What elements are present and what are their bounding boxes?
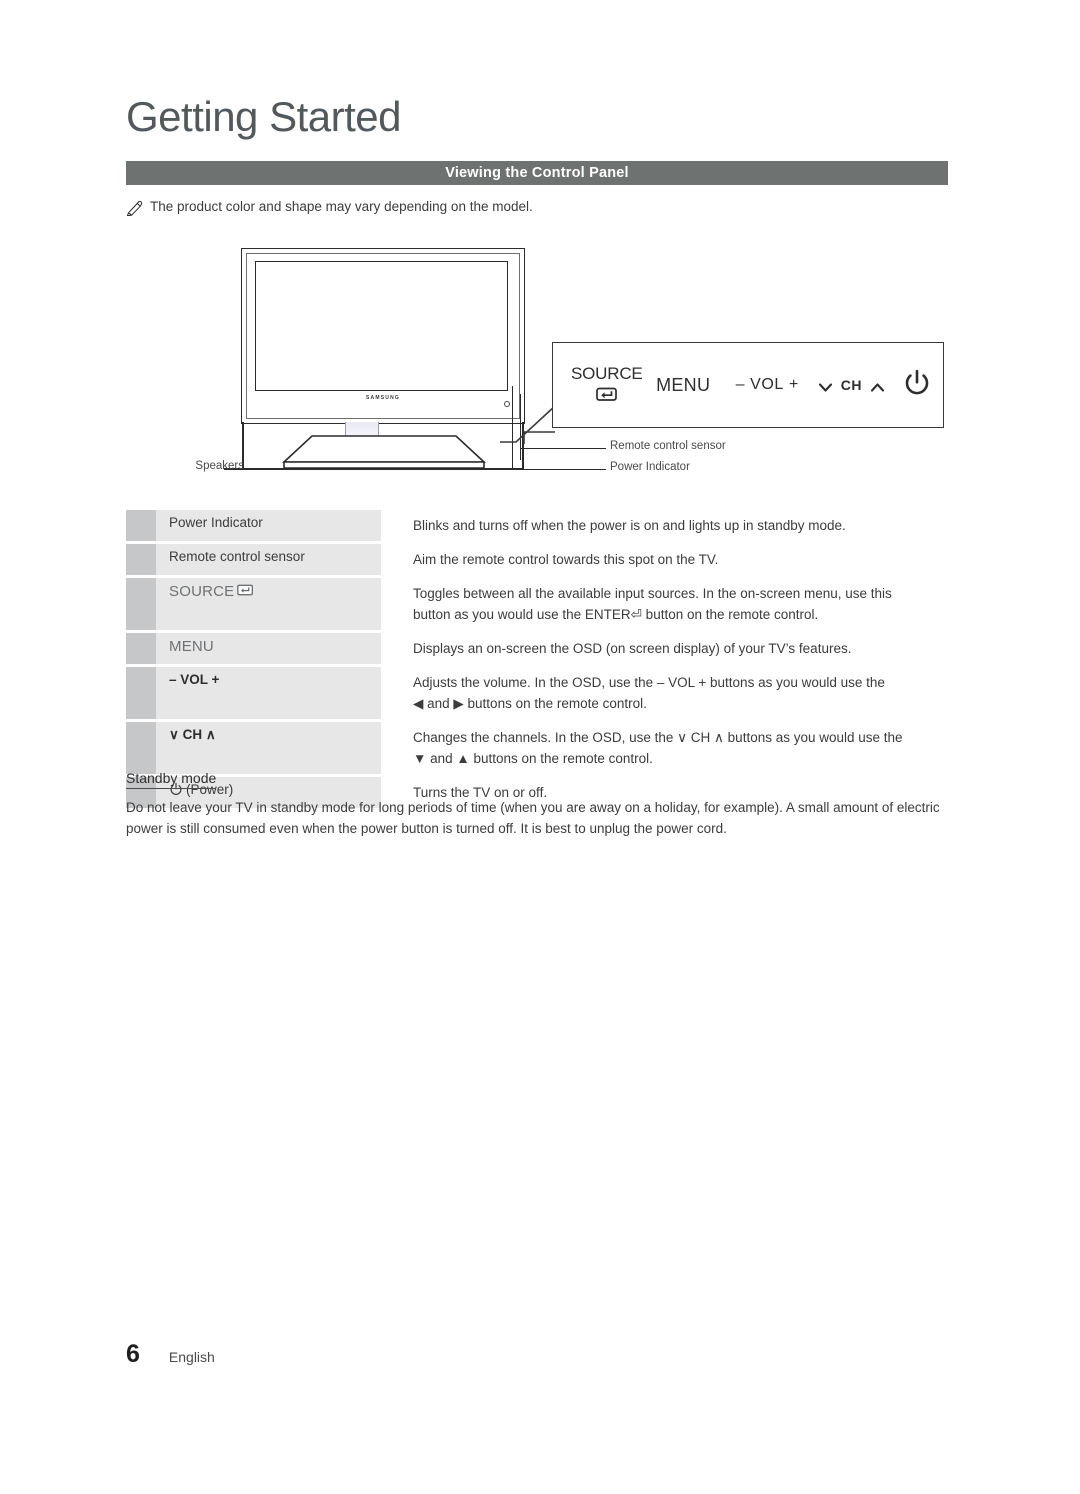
- label-remote-control-sensor: Remote control sensor: [610, 440, 726, 452]
- row-description: Toggles between all the available input …: [381, 578, 948, 630]
- row-description-line: Changes the channels. In the OSD, use th…: [413, 730, 903, 746]
- standby-mode-section: Standby mode Do not leave your TV in sta…: [126, 770, 948, 840]
- row-key-label: ∨ CH ∧: [169, 727, 216, 743]
- table-row: ∨ CH ∧ Changes the channels. In the OSD,…: [126, 722, 948, 775]
- row-key-label: SOURCE: [169, 583, 235, 601]
- table-row: SOURCE Toggles between all the available…: [126, 578, 948, 631]
- row-description-line: ◀ and ▶ buttons on the remote control.: [413, 696, 647, 712]
- row-description-line: Blinks and turns off when the power is o…: [413, 518, 846, 533]
- row-description-line: Aim the remote control towards this spot…: [413, 552, 719, 568]
- row-key: MENU: [156, 633, 381, 665]
- row-key: ∨ CH ∧: [156, 722, 381, 775]
- page-number: 6: [126, 1340, 140, 1368]
- row-key-label: – VOL +: [169, 672, 220, 688]
- panel-button-channel[interactable]: CH: [811, 377, 892, 393]
- row-description: Changes the channels. In the OSD, use th…: [381, 722, 948, 774]
- panel-button-channel-label: CH: [840, 377, 862, 393]
- control-panel-closeup: SOURCE MENU – VOL + CH: [552, 342, 944, 428]
- control-panel-diagram: SAMSUNG Speakers Remote control sensor P…: [126, 236, 948, 496]
- row-swatch: [126, 722, 156, 775]
- volume-minus-symbol: –: [735, 376, 746, 393]
- panel-button-menu-label: MENU: [656, 374, 711, 395]
- table-row: Remote control sensor Aim the remote con…: [126, 544, 948, 576]
- speaker-leader-line: [224, 468, 524, 470]
- power-icon: [902, 368, 932, 403]
- panel-button-volume[interactable]: – VOL +: [724, 376, 811, 394]
- row-description-line: Toggles between all the available input …: [413, 586, 892, 602]
- pencil-icon: [126, 200, 143, 217]
- label-speakers: Speakers: [195, 460, 244, 472]
- row-key: SOURCE: [156, 578, 381, 631]
- table-row: Power Indicator Blinks and turns off whe…: [126, 510, 948, 542]
- row-key: Power Indicator: [156, 510, 381, 542]
- row-description-line: ▼ and ▲ buttons on the remote control.: [413, 751, 653, 767]
- panel-button-menu[interactable]: MENU: [643, 375, 724, 396]
- panel-button-source-label: SOURCE: [571, 363, 643, 383]
- note-row: The product color and shape may vary dep…: [126, 199, 948, 217]
- panel-button-volume-label: VOL: [750, 376, 784, 393]
- row-swatch: [126, 544, 156, 576]
- chevron-up-icon: [870, 380, 885, 392]
- callout-pointer: [498, 404, 556, 446]
- enter-icon: [595, 386, 618, 407]
- row-key-label: Remote control sensor: [169, 549, 305, 565]
- row-key-label: MENU: [169, 638, 214, 656]
- row-key: – VOL +: [156, 667, 381, 720]
- section-header-bar: Viewing the Control Panel: [126, 161, 948, 185]
- enter-icon: [237, 583, 254, 596]
- tv-brand-logo: SAMSUNG: [366, 395, 400, 401]
- row-description: Aim the remote control towards this spot…: [381, 544, 948, 575]
- row-swatch: [126, 633, 156, 665]
- row-swatch: [126, 578, 156, 631]
- page-title: Getting Started: [126, 93, 402, 140]
- control-panel-table: Power Indicator Blinks and turns off whe…: [126, 510, 948, 811]
- row-key-label: Power Indicator: [169, 515, 263, 530]
- remote-sensor-leader-line: [520, 448, 606, 450]
- table-row: – VOL + Adjusts the volume. In the OSD, …: [126, 667, 948, 720]
- row-description: Blinks and turns off when the power is o…: [381, 510, 948, 541]
- chevron-down-icon: [818, 380, 833, 392]
- page-footer: 6 English: [126, 1340, 215, 1369]
- table-row: MENU Displays an on-screen the OSD (on s…: [126, 633, 948, 665]
- label-power-indicator: Power Indicator: [610, 461, 690, 473]
- row-description-line: Adjusts the volume. In the OSD, use the …: [413, 675, 885, 691]
- section-header-label: Viewing the Control Panel: [445, 165, 629, 181]
- standby-mode-body: Do not leave your TV in standby mode for…: [126, 800, 940, 836]
- manual-page: Getting Started Viewing the Control Pane…: [0, 0, 1080, 1494]
- volume-plus-symbol: +: [788, 376, 799, 393]
- row-description: Displays an on-screen the OSD (on screen…: [381, 633, 948, 664]
- tv-stand-base: [278, 432, 490, 472]
- power-indicator-leader-line: [512, 469, 606, 471]
- tv-screen: [255, 261, 508, 391]
- page-language: English: [168, 1349, 215, 1365]
- row-swatch: [126, 667, 156, 720]
- tv-illustration: SAMSUNG: [241, 248, 525, 424]
- standby-mode-heading: Standby mode: [126, 770, 217, 789]
- row-description-line: button as you would use the ENTER⏎ butto…: [413, 607, 819, 623]
- row-description: Adjusts the volume. In the OSD, use the …: [381, 667, 948, 719]
- row-description-line: Displays an on-screen the OSD (on screen…: [413, 641, 852, 657]
- panel-button-source[interactable]: SOURCE: [571, 364, 643, 407]
- note-text: The product color and shape may vary dep…: [150, 199, 533, 214]
- row-swatch: [126, 510, 156, 542]
- row-key: Remote control sensor: [156, 544, 381, 576]
- panel-button-power[interactable]: [892, 368, 943, 403]
